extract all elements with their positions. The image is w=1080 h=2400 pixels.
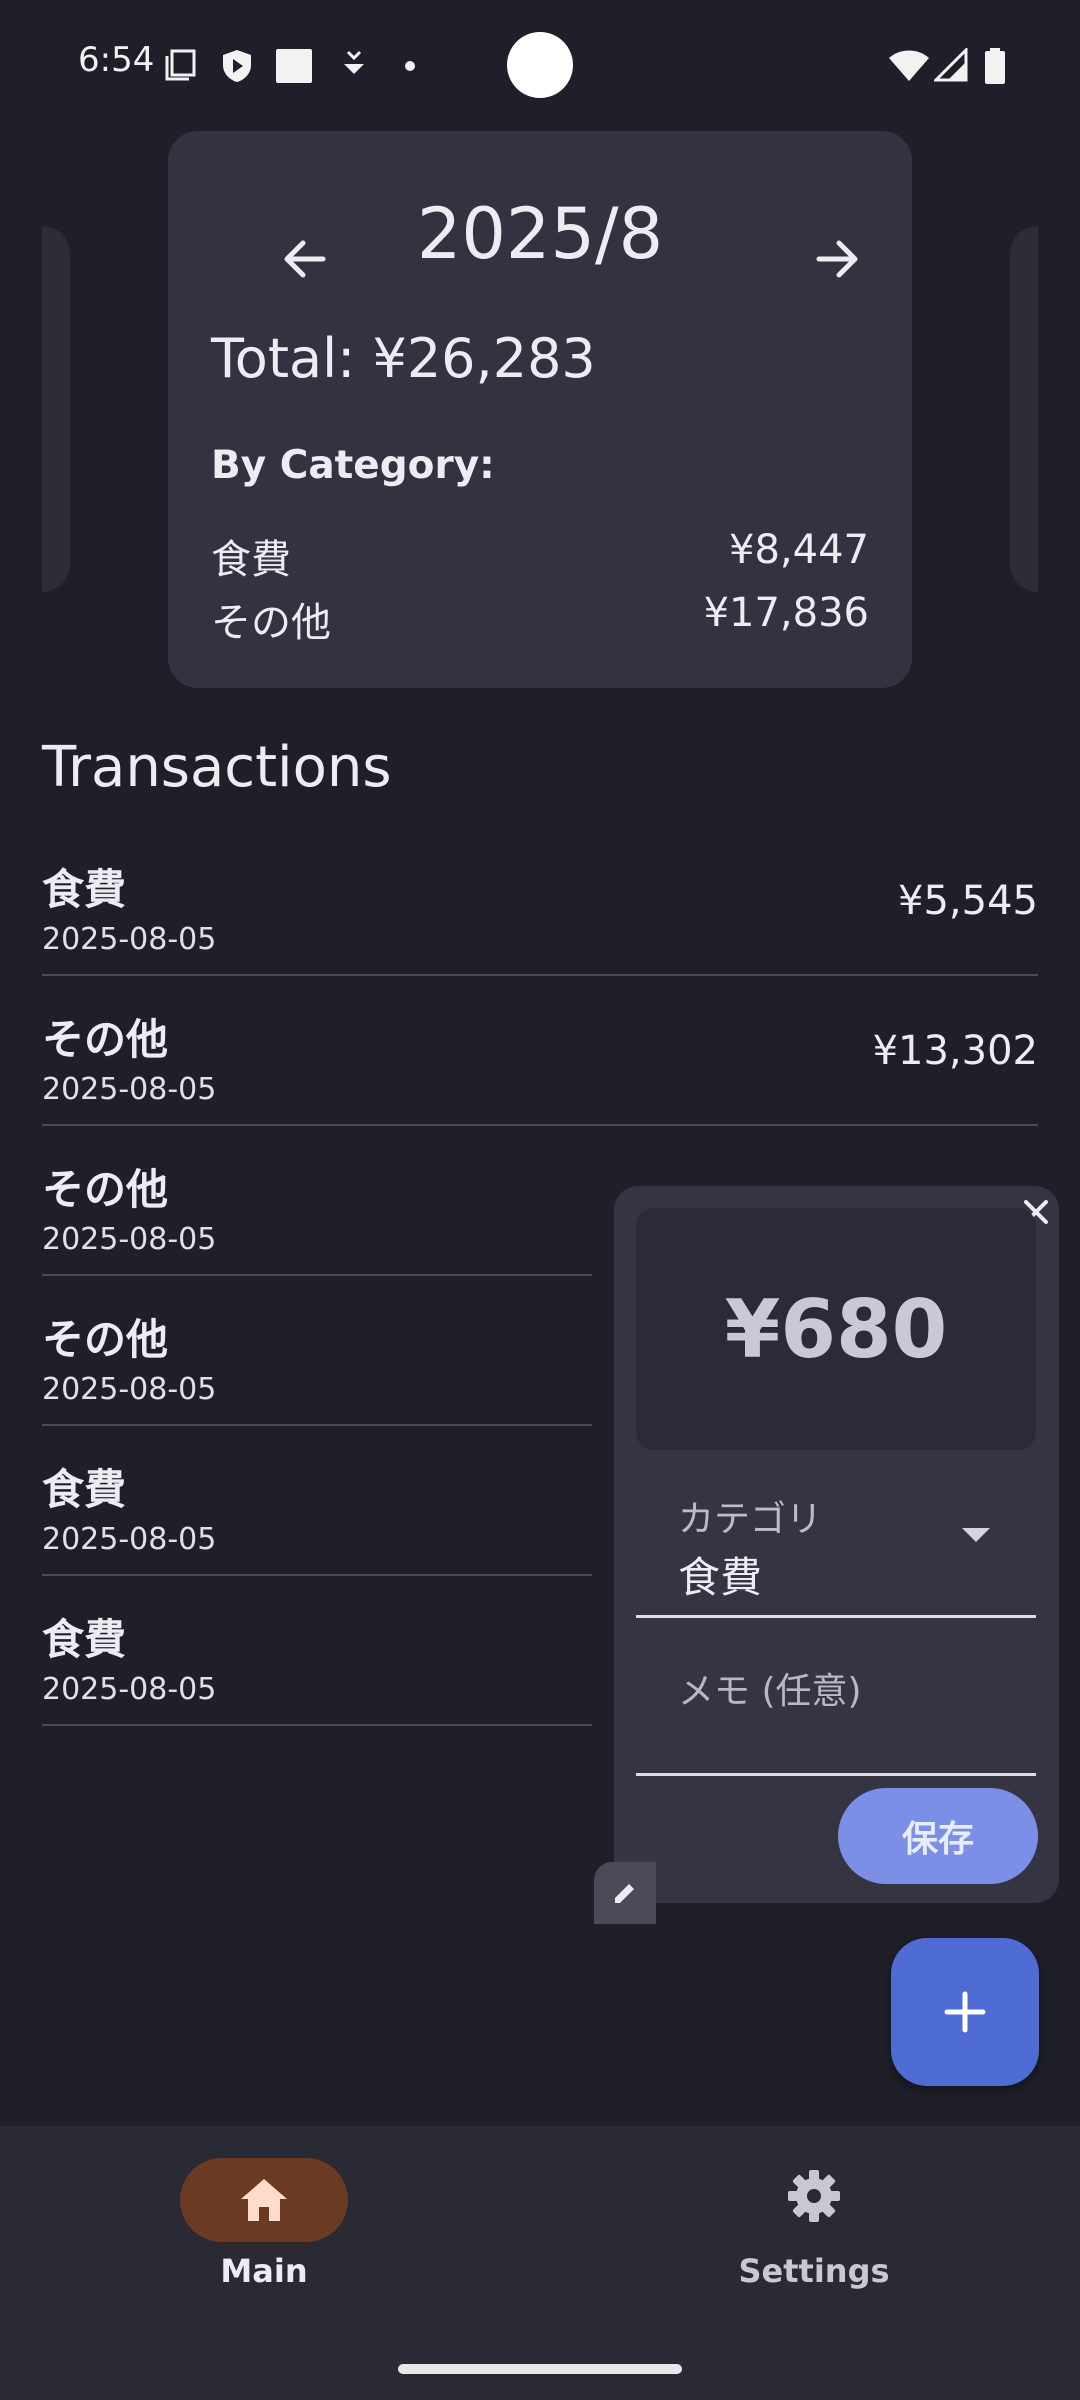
transaction-category: 食費 [42,1615,127,1664]
category-summary-row: 食費 ¥8,447 [211,527,869,585]
square-icon [276,49,312,83]
dot-icon [405,61,415,71]
download-icon [344,50,364,74]
transaction-row[interactable]: その他 2025-08-05 [42,1126,592,1276]
next-month-card-peek[interactable] [1010,226,1038,592]
arrow-left-icon [284,240,326,278]
transaction-date: 2025-08-05 [42,1222,217,1257]
plus-icon [944,1991,986,2033]
transaction-category: その他 [42,1165,169,1214]
transaction-category: 食費 [42,865,127,914]
category-field-value: 食費 [678,1553,763,1602]
transaction-row[interactable]: 食費 2025-08-05 ¥5,545 [42,826,1038,976]
category-dropdown[interactable]: カテゴリ 食費 [636,1468,1036,1618]
quick-entry-panel: ¥680 カテゴリ 食費 保存 [614,1186,1059,1903]
amount-value: ¥680 [724,1282,948,1376]
home-indicator[interactable] [398,2364,682,2374]
edit-handle[interactable] [594,1862,656,1924]
transaction-date: 2025-08-05 [42,922,217,957]
transaction-amount: ¥5,545 [898,878,1038,924]
transaction-category: その他 [42,1315,169,1364]
transaction-category: 食費 [42,1465,127,1514]
memo-input[interactable] [676,1670,1020,1713]
amount-display[interactable]: ¥680 [636,1208,1036,1450]
category-amount: ¥8,447 [729,527,869,573]
dropdown-arrow-icon [962,1528,990,1542]
transaction-date: 2025-08-05 [42,1672,217,1707]
save-button[interactable]: 保存 [838,1788,1038,1884]
transaction-row[interactable]: その他 2025-08-05 [42,1276,592,1426]
month-title: 2025/8 [416,193,664,275]
category-field-label: カテゴリ [678,1499,823,1540]
gear-icon [788,2170,840,2222]
status-time: 6:54 [78,40,155,80]
transactions-heading: Transactions [42,735,392,800]
add-transaction-button[interactable] [891,1938,1039,2086]
signal-icon [934,48,968,82]
memo-field[interactable] [636,1620,1036,1776]
arrow-right-icon [816,240,858,278]
screenshot-icon [165,49,196,81]
by-category-label: By Category: [211,443,495,488]
transaction-row[interactable]: その他 2025-08-05 ¥13,302 [42,976,1038,1126]
previous-month-card-peek[interactable] [42,226,70,592]
transaction-amount: ¥13,302 [872,1028,1038,1074]
month-total: Total: ¥26,283 [211,327,596,390]
category-name: その他 [211,600,331,646]
nav-item-main[interactable]: Main [120,2126,408,2326]
next-month-button[interactable] [780,201,896,317]
previous-month-button[interactable] [246,201,362,317]
nav-main-label: Main [220,2252,308,2290]
nav-item-settings[interactable]: Settings [670,2126,958,2326]
shield-icon [223,50,251,82]
transaction-row[interactable]: 食費 2025-08-05 [42,1426,592,1576]
transaction-date: 2025-08-05 [42,1372,217,1407]
pencil-icon [615,1884,634,1903]
nav-selected-indicator [180,2158,348,2242]
category-amount: ¥17,836 [703,590,869,636]
wifi-icon [889,50,929,81]
transaction-date: 2025-08-05 [42,1522,217,1557]
transaction-category: その他 [42,1015,169,1064]
bottom-navigation: Main Settings [0,2126,1080,2400]
month-summary-card: 2025/8 Total: ¥26,283 By Category: 食費 ¥8… [168,131,912,688]
category-summary-row: その他 ¥17,836 [211,590,869,648]
battery-icon [985,48,1005,84]
transaction-date: 2025-08-05 [42,1072,217,1107]
transaction-row[interactable]: 食費 2025-08-05 [42,1576,592,1726]
home-icon [241,2179,287,2221]
nav-settings-label: Settings [738,2252,890,2290]
camera-cutout [507,32,573,98]
category-name: 食費 [211,537,291,583]
